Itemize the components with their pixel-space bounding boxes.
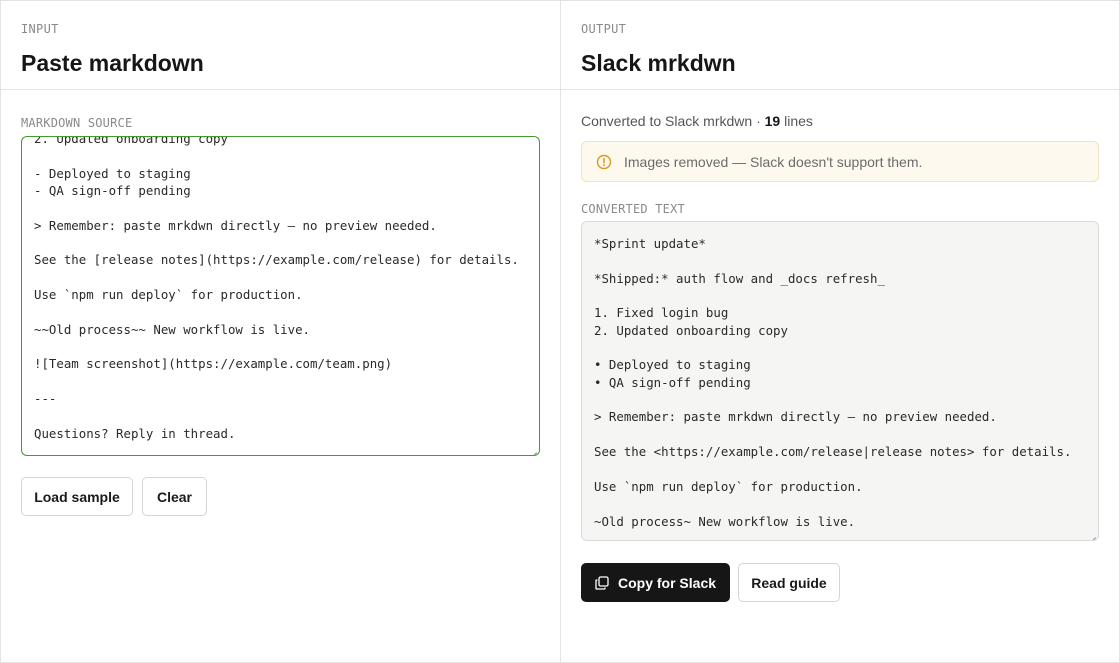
code-line: > Remember: paste mrkdwn directly — no p… bbox=[34, 217, 437, 233]
code-line: Questions? Reply in thread. bbox=[34, 425, 236, 441]
images-removed-notice: Images removed — Slack doesn't support t… bbox=[581, 141, 1099, 182]
output-panel: OUTPUT Slack mrkdwn Converted to Slack m… bbox=[561, 1, 1119, 662]
code-line: See the [release notes](https://example.… bbox=[34, 252, 519, 268]
converted-text-area[interactable]: *Sprint update* *Shipped:* auth flow and… bbox=[581, 221, 1099, 541]
code-line: Use `npm run deploy` for production. bbox=[594, 478, 863, 494]
input-panel: INPUT Paste markdown MARKDOWN SOURCE 2. … bbox=[1, 1, 561, 662]
code-line: ~Old process~ New workflow is live. bbox=[594, 513, 856, 529]
markdown-source-label: MARKDOWN SOURCE bbox=[21, 116, 133, 130]
clear-button[interactable]: Clear bbox=[142, 477, 207, 516]
notice-text: Images removed — Slack doesn't support t… bbox=[624, 153, 923, 170]
code-line: *Shipped:* auth flow and _docs refresh_ bbox=[594, 270, 885, 286]
input-title: Paste markdown bbox=[21, 50, 204, 76]
code-line: • QA sign-off pending bbox=[594, 374, 751, 390]
code-line: See the <https://example.com/release|rel… bbox=[594, 444, 1072, 460]
status-prefix: Converted to Slack mrkdwn · bbox=[581, 113, 765, 129]
load-sample-button[interactable]: Load sample bbox=[21, 477, 133, 516]
code-line: - QA sign-off pending bbox=[34, 183, 191, 199]
copy-for-slack-label: Copy for Slack bbox=[617, 574, 717, 591]
code-line: --- bbox=[34, 391, 57, 407]
copy-icon bbox=[595, 575, 609, 590]
conversion-status: Converted to Slack mrkdwn · 19 lines bbox=[581, 113, 813, 130]
code-line: > Remember: paste mrkdwn directly — no p… bbox=[594, 409, 997, 425]
output-title: Slack mrkdwn bbox=[581, 50, 736, 76]
input-panel-header: INPUT Paste markdown bbox=[1, 1, 560, 90]
code-line: 2. Updated onboarding copy bbox=[594, 322, 788, 338]
converter-app: INPUT Paste markdown MARKDOWN SOURCE 2. … bbox=[0, 0, 1120, 663]
converted-text-label: CONVERTED TEXT bbox=[581, 202, 685, 216]
info-circle-icon bbox=[596, 154, 612, 170]
code-line: *Sprint update* bbox=[594, 236, 706, 251]
code-line: - Deployed to staging bbox=[34, 165, 191, 181]
read-guide-button[interactable]: Read guide bbox=[738, 563, 840, 602]
code-line: ~~Old process~~ New workflow is live. bbox=[34, 321, 311, 337]
resize-handle-icon[interactable] bbox=[1088, 530, 1096, 538]
line-count: 19 bbox=[764, 113, 781, 129]
input-eyebrow: INPUT bbox=[21, 22, 59, 36]
markdown-source-content: 2. Updated onboarding copy - Deployed to… bbox=[34, 136, 527, 442]
code-line: 1. Fixed login bug bbox=[594, 305, 729, 321]
code-line: 2. Updated onboarding copy bbox=[34, 136, 228, 146]
converted-text-content: *Sprint update* *Shipped:* auth flow and… bbox=[594, 235, 1086, 530]
code-line: ![Team screenshot](https://example.com/t… bbox=[34, 356, 393, 372]
resize-handle-icon[interactable] bbox=[529, 445, 537, 453]
output-panel-header: OUTPUT Slack mrkdwn bbox=[561, 1, 1119, 90]
copy-for-slack-button[interactable]: Copy for Slack bbox=[581, 563, 730, 602]
output-eyebrow: OUTPUT bbox=[581, 22, 627, 36]
markdown-source-textarea[interactable]: 2. Updated onboarding copy - Deployed to… bbox=[21, 136, 540, 456]
status-suffix: lines bbox=[780, 113, 813, 129]
code-line: Use `npm run deploy` for production. bbox=[34, 287, 303, 303]
code-line: • Deployed to staging bbox=[594, 357, 751, 373]
